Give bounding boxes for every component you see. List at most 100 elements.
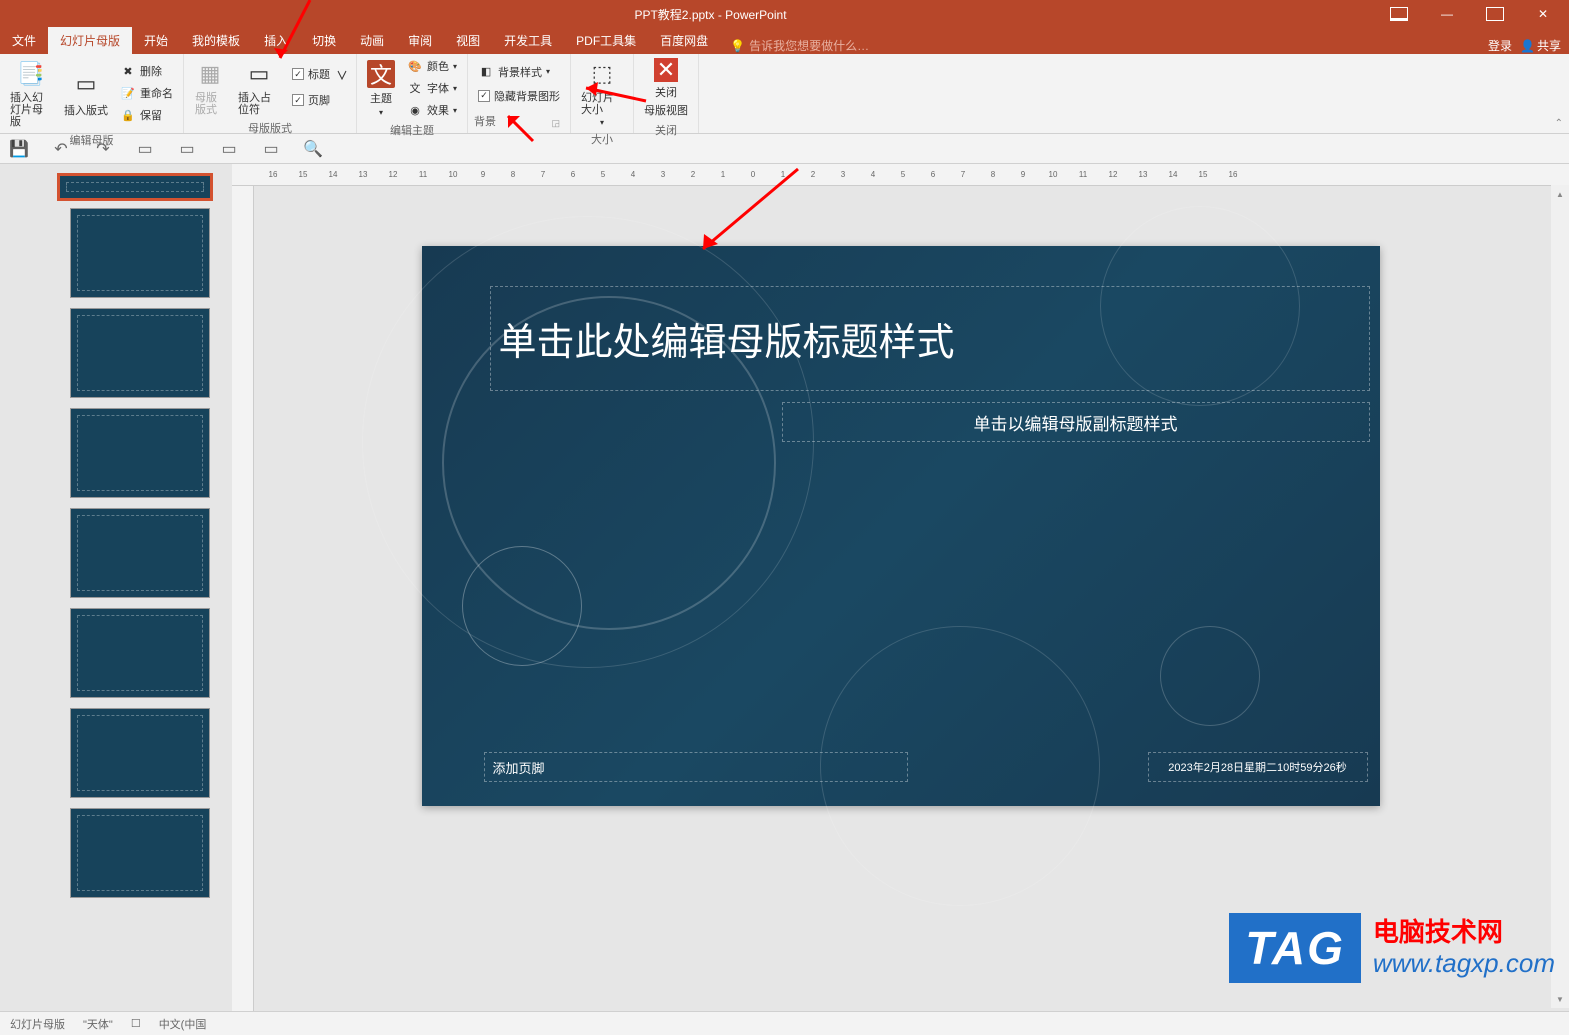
layout-thumbnail[interactable] — [70, 608, 210, 698]
insert-slide-master-button[interactable]: 📑插入幻灯片母版 — [6, 56, 56, 130]
group-label: 背景 — [474, 113, 496, 129]
footer-placeholder[interactable]: 添加页脚 — [484, 752, 908, 782]
layout-thumbnail[interactable] — [70, 408, 210, 498]
tab-my-templates[interactable]: 我的模板 — [180, 27, 252, 54]
group-edit-master: 📑插入幻灯片母版 ▭插入版式 ✖删除 📝重命名 🔒保留 编辑母版 — [0, 54, 184, 133]
layout-thumbnail[interactable] — [70, 308, 210, 398]
master-layout-icon: ▦ — [194, 58, 226, 90]
share-button[interactable]: 👤共享 — [1520, 37, 1561, 54]
group-label: 母版版式 — [190, 118, 350, 138]
checkbox-icon: ✓ — [478, 90, 490, 102]
workspace: 1615141312111098765432101234567891011121… — [0, 164, 1569, 1011]
delete-button[interactable]: ✖删除 — [116, 61, 177, 81]
dialog-launcher[interactable]: ◲ — [548, 118, 565, 129]
scroll-up[interactable]: ▲ — [1551, 185, 1569, 203]
watermark-url: www.tagxp.com — [1373, 948, 1555, 979]
tell-me[interactable]: 💡告诉我您想要做什么… — [730, 37, 869, 54]
tab-animation[interactable]: 动画 — [348, 27, 396, 54]
qat-btn-6[interactable]: ▭ — [220, 140, 238, 158]
master-layout-button[interactable]: ▦母版版式 — [190, 56, 230, 118]
group-label: 关闭 — [640, 120, 692, 140]
layout-thumbnail[interactable] — [70, 508, 210, 598]
slide-canvas[interactable]: 单击此处编辑母版标题样式 单击以编辑母版副标题样式 添加页脚 2023年2月28… — [232, 186, 1569, 1011]
close-master-icon: ✕ — [654, 58, 678, 82]
collapse-ribbon[interactable]: ⌃ — [1555, 118, 1563, 129]
status-language[interactable]: 中文(中国 — [159, 1016, 207, 1032]
ribbon: 📑插入幻灯片母版 ▭插入版式 ✖删除 📝重命名 🔒保留 编辑母版 ▦母版版式 ▭… — [0, 54, 1569, 134]
rename-icon: 📝 — [120, 85, 136, 101]
insert-layout-button[interactable]: ▭插入版式 — [60, 66, 112, 120]
preserve-icon: 🔒 — [120, 107, 136, 123]
tab-dev[interactable]: 开发工具 — [492, 27, 564, 54]
group-edit-theme: 文主题▾ 🎨颜色 ▾ 文字体 ▾ ◉效果 ▾ 编辑主题 — [357, 54, 468, 133]
delete-icon: ✖ — [120, 63, 136, 79]
fonts-button[interactable]: 文字体 ▾ — [403, 78, 461, 98]
vertical-ruler[interactable] — [232, 186, 254, 1011]
group-label: 大小 — [577, 129, 627, 149]
login-button[interactable]: 登录 — [1488, 37, 1512, 54]
annotation-arrow — [260, 0, 340, 74]
annotation-arrow — [498, 106, 538, 146]
thumbnail-pane[interactable] — [0, 164, 232, 1011]
tab-baidu[interactable]: 百度网盘 — [648, 27, 720, 54]
effects-button[interactable]: ◉效果 ▾ — [403, 100, 461, 120]
scroll-down[interactable]: ▼ — [1551, 990, 1569, 1008]
layout-icon: ▭ — [70, 68, 102, 100]
watermark-tag: TAG — [1229, 913, 1361, 983]
master-thumbnail[interactable] — [60, 176, 210, 198]
annotation-arrow — [688, 164, 808, 264]
window-title: PPT教程2.pptx - PowerPoint — [44, 6, 1377, 23]
qat-btn-7[interactable]: ▭ — [262, 140, 280, 158]
layout-thumbnail[interactable] — [70, 808, 210, 898]
themes-icon: 文 — [367, 60, 395, 88]
ribbon-tabs: 文件 幻灯片母版 开始 我的模板 插入 切换 动画 审阅 视图 开发工具 PDF… — [0, 28, 1569, 54]
tab-pdf[interactable]: PDF工具集 — [564, 27, 648, 54]
background-icon: ◧ — [478, 64, 494, 80]
tab-home[interactable]: 开始 — [132, 27, 180, 54]
qat-btn-8[interactable]: 🔍 — [304, 140, 322, 158]
vertical-scrollbar[interactable]: ▲ ▼ — [1551, 185, 1569, 1008]
quick-access-toolbar: 💾 ↶ ↷ ▭ ▭ ▭ ▭ 🔍 — [0, 134, 1569, 164]
lightbulb-icon: 💡 — [730, 39, 745, 53]
background-styles-button[interactable]: ◧背景样式 ▾ — [474, 62, 564, 82]
preserve-button[interactable]: 🔒保留 — [116, 105, 177, 125]
ribbon-display-options[interactable] — [1377, 0, 1421, 28]
maximize-button[interactable] — [1473, 0, 1517, 28]
tab-file[interactable]: 文件 — [0, 27, 48, 54]
titlebar: PPT教程2.pptx - PowerPoint — ✕ — [0, 0, 1569, 28]
tab-review[interactable]: 审阅 — [396, 27, 444, 54]
date-placeholder[interactable]: 2023年2月28日星期二10时59分26秒 — [1148, 752, 1368, 782]
colors-button[interactable]: 🎨颜色 ▾ — [403, 56, 461, 76]
layout-thumbnail[interactable] — [70, 708, 210, 798]
horizontal-ruler[interactable]: 1615141312111098765432101234567891011121… — [232, 164, 1569, 186]
footers-checkbox[interactable]: ✓页脚 — [288, 90, 350, 110]
status-mode: 幻灯片母版 — [10, 1016, 65, 1032]
fonts-icon: 文 — [407, 80, 423, 96]
minimize-button[interactable]: — — [1425, 0, 1469, 28]
group-label: 编辑母版 — [6, 130, 177, 150]
slide-master-icon: 📑 — [15, 58, 47, 90]
themes-button[interactable]: 文主题▾ — [363, 58, 399, 119]
annotation-arrow — [576, 56, 656, 116]
tab-slide-master[interactable]: 幻灯片母版 — [48, 27, 132, 54]
colors-icon: 🎨 — [407, 58, 423, 74]
status-theme: "天体" — [83, 1016, 113, 1032]
watermark-text: 电脑技术网 — [1373, 917, 1555, 948]
close-button[interactable]: ✕ — [1521, 0, 1565, 28]
statusbar: 幻灯片母版 "天体" ☐ 中文(中国 — [0, 1011, 1569, 1035]
group-label: 编辑主题 — [363, 120, 461, 140]
qat-btn-5[interactable]: ▭ — [178, 140, 196, 158]
layout-thumbnail[interactable] — [70, 208, 210, 298]
tab-view[interactable]: 视图 — [444, 27, 492, 54]
share-icon: 👤 — [1520, 39, 1535, 53]
hide-bg-graphics-checkbox[interactable]: ✓隐藏背景图形 — [474, 86, 564, 106]
rename-button[interactable]: 📝重命名 — [116, 83, 177, 103]
title-placeholder[interactable]: 单击此处编辑母版标题样式 — [490, 286, 1370, 391]
subtitle-placeholder[interactable]: 单击以编辑母版副标题样式 — [782, 402, 1370, 442]
slide-master[interactable]: 单击此处编辑母版标题样式 单击以编辑母版副标题样式 添加页脚 2023年2月28… — [422, 246, 1380, 806]
language-icon[interactable]: ☐ — [131, 1017, 141, 1030]
watermark: TAG 电脑技术网 www.tagxp.com — [1229, 913, 1555, 983]
checkbox-icon: ✓ — [292, 94, 304, 106]
effects-icon: ◉ — [407, 102, 423, 118]
editor-area: 1615141312111098765432101234567891011121… — [232, 164, 1569, 1011]
